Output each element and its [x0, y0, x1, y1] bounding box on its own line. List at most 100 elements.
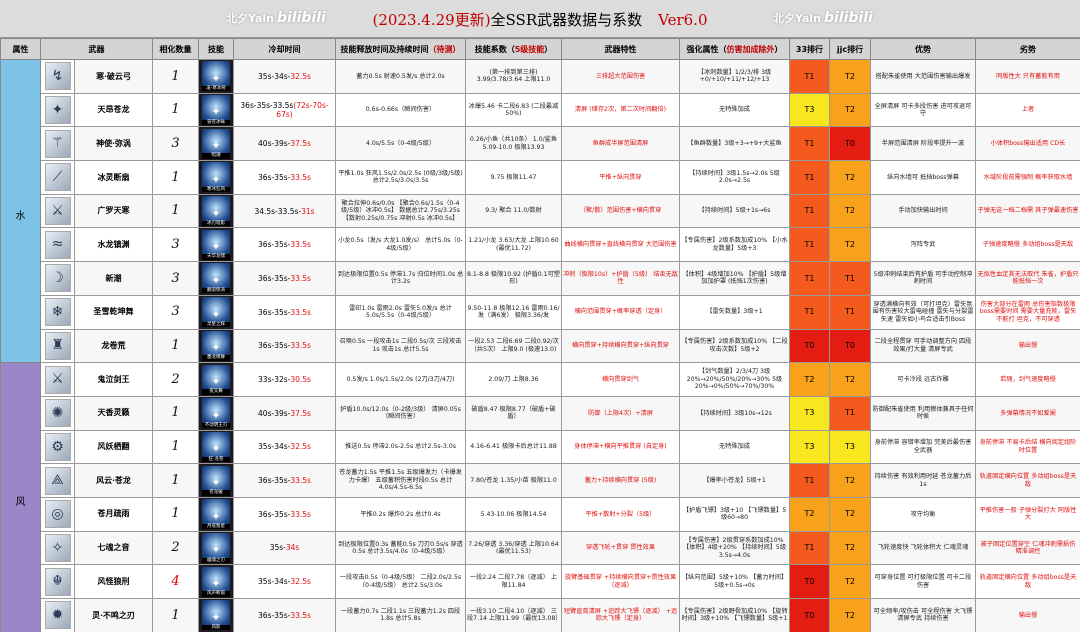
weapon-icon: ⚔: [44, 197, 71, 226]
attr-wind: 风: [0, 362, 41, 632]
release-time: 护盾10.0s/12.0s（0-2级/3级） 清屏0.05s（瞬间伤害）: [335, 395, 466, 431]
weapon-feature: 冲刺（极限10s）+护盾（5级） 结束无敌性: [561, 261, 680, 296]
boost-attr: 【雷矢数量】3级+1: [679, 294, 790, 330]
skill-name: 风声断锁: [202, 591, 230, 597]
boost-attr: 【护盾飞镖】3级+10 【飞镖数量】5级60→80: [679, 496, 790, 532]
weapon-name: 新潮: [74, 261, 153, 296]
header-row: 属性 武器 相化数量 技能 冷却时间 技能释放时间及持续时间（待测） 技能系数（…: [0, 38, 1080, 60]
cooldown-value: 35s-34s-32.5s: [233, 429, 336, 465]
skill-cell: ✦ 风声断锁: [198, 564, 234, 599]
skill-cell: ✦ 翻浪惊涛: [198, 261, 234, 296]
skill-coef: 5.43-10.06 极限14.54: [465, 496, 562, 532]
release-time: 推送0.5s 停滞2.0s-2.5s 总计2.5s-3.0s: [335, 429, 466, 465]
cooldown-value: 36s-35s-33.5s: [233, 227, 336, 263]
rank-jjc: T2: [829, 598, 871, 632]
cons-text: 水域阶段前需强制 概率获取水墙: [975, 160, 1080, 195]
weapon-image: ⚚: [40, 126, 75, 162]
boost-attr: 【专属伤害】2级野骨加成10% 【旋转时间】3级+10% 【飞镖数量】5级+1: [679, 598, 790, 632]
pros-text: 二段全程贯穿 可手动调整方向 四段效果/打大量 清屏专武: [870, 328, 976, 364]
skill-name: 暗潮: [202, 153, 230, 159]
table-row: ☽ 新潮 3 ✦ 翻浪惊涛 36s-35s-33.5s 到达极限位置0.5s 停滞1.7s …: [1, 261, 1080, 296]
skill-cell: ✦ 暗潮: [198, 126, 234, 162]
skill-icon: ✦ 幽魂之刃: [202, 532, 230, 563]
skill-cell: ✦ 苍龙破: [198, 463, 234, 498]
skill-icon: ✦ 寒冰狂风: [202, 162, 230, 193]
pros-text: 可卡冷段 远古炸雕: [870, 362, 976, 397]
boost-attr: 【冰刺数量】1/2/3/排 3级+0/+10/+11/+12/+13: [679, 59, 790, 94]
weapon-feature: 三排超大范围伤害: [561, 59, 680, 94]
count-value: 1: [152, 328, 199, 364]
count-value: 1: [152, 160, 199, 195]
pros-text: 全屏清屏 可卡多段伤害 进可攻退可守: [870, 92, 976, 128]
pros-text: 纵向水墙可 抵挡boss弹幕: [870, 160, 976, 195]
table-row: ⟁ 风云·苍龙 1 ✦ 苍龙破 36s-35s-33.5s 苍龙蓄力1.5s 平推1.5s …: [1, 463, 1080, 498]
cooldown-value: 36s-35s-33.5s: [233, 160, 336, 195]
weapon-feature: 清屏 (储存2次，第二次时间翻倍): [561, 92, 680, 128]
rank-33: T1: [789, 160, 830, 195]
pros-text: 可穿身位置 可打极限位置 可卡二段伤害: [870, 564, 976, 599]
weapon-icon: ☽: [44, 264, 71, 293]
rank-33: T1: [789, 126, 830, 162]
release-time: 雷印1.0s 雷雨2.0s 雷矢5.0发/s 总计5.0s/5.5s（0-4级/…: [335, 294, 466, 330]
skill-icon: ✦ 冒苍冰咏: [202, 95, 230, 126]
skill-coef: 1.21/小龙 3.63/大龙 上限10.60 (最优11.72): [465, 227, 562, 263]
boost-attr: 【剑气数量】2/3/4刀 3级20%→20%/50%/20%→30% 5级20%…: [679, 362, 790, 397]
weapon-icon: ☬: [44, 567, 71, 596]
skill-icon: ✦ 天华龙啸: [202, 229, 230, 260]
table-row: ☬ 风怪狼刑 4 ✦ 风声断锁 35s-34s-32.5s 一段攻击0.5s（0-4级/5级…: [1, 564, 1080, 599]
skill-coef: 一段2.24 二段7.78（逐减） 上限11.84: [465, 564, 562, 599]
weapon-icon: ≈: [44, 230, 71, 259]
cons-text: 多弹幕情况不如爱阑: [975, 395, 1080, 431]
rank-jjc: T2: [829, 160, 871, 195]
weapon-image: ✺: [40, 395, 75, 431]
cons-text: 轨道固定横向位置 多动组boss是天敌: [975, 564, 1080, 599]
pros-text: 穿透满横向有效（可打坦克）雷矢氛围有伤害较大雷电碰撞 雷矢与分裂雷矢速 雷矢如小…: [870, 294, 976, 330]
skill-coef: 7.80/苍龙 1.35/小苗 极限11.0: [465, 463, 562, 498]
count-value: 1: [152, 429, 199, 465]
weapon-image: ◎: [40, 496, 75, 532]
rank-33: T2: [789, 362, 830, 397]
skill-cell: ✦ 冰刃暗影: [198, 193, 234, 229]
boost-attr: 【爆率小苍龙】5级+1: [679, 463, 790, 498]
pros-text: 防御配朱雀使用 利用擦体兼具于任何时侯: [870, 395, 976, 431]
weapon-icon: ⟁: [44, 466, 71, 495]
page-title: (2023.4.29更新)全SSR武器数据与系数 Ver6.0: [0, 9, 1080, 30]
cons-text: 轨道固定横向位置 多动组boss是天敌: [975, 463, 1080, 498]
skill-icon: ✦ 夜叉舞: [202, 364, 230, 395]
skill-coef: 2.09/刀 上限8.36: [465, 362, 562, 397]
weapon-feature: 平推+纵向贯穿: [561, 160, 680, 195]
rank-33: T1: [789, 530, 830, 566]
skill-icon: ✦ 翻浪惊涛: [202, 263, 230, 294]
boost-attr: 【专属伤害】2级贯穿系数加成10% 【体积】4级+20% 【持续时间】5级3.5…: [679, 530, 790, 566]
title-text: 全SSR武器数据与系数: [490, 11, 643, 29]
rank-jjc: T2: [829, 530, 871, 566]
col-weapon: 武器: [40, 38, 153, 60]
pros-text: 持续伤害 有效利用时延 苍龙蓄力后1s: [870, 463, 976, 498]
boost-attr: 无特殊加成: [679, 429, 790, 465]
col-skill: 技能: [198, 38, 234, 60]
col-coef: 技能系数（5级技能）: [465, 38, 562, 60]
weapon-icon: ❄: [44, 298, 71, 327]
rank-jjc: T0: [829, 328, 871, 364]
weapon-icon: ⚙: [44, 432, 71, 461]
cons-text: 平推伤害一般 子弹分裂打大 同版性大: [975, 496, 1080, 532]
skill-cell: ✦ 幽魂之刃: [198, 530, 234, 566]
col-cons: 劣势: [975, 38, 1080, 60]
cooldown-value: 35s-34s: [233, 530, 336, 566]
rank-33: T3: [789, 395, 830, 431]
cooldown-value: 36s-35s-33.5s: [233, 598, 336, 632]
weapon-name: 灵·不鸣之刃: [74, 598, 153, 632]
boost-attr: 无特殊加成: [679, 92, 790, 128]
cooldown-value: 34.5s-33.5s-31s: [233, 193, 336, 229]
cooldown-value: 33s-32s-30.5s: [233, 362, 336, 397]
count-value: 1: [152, 463, 199, 498]
weapon-image: ⚙: [40, 429, 75, 465]
boost-attr: 【体积】4级增加10% 【护盾】5级增加加护罩 (抵挡1次伤害): [679, 261, 790, 296]
weapon-image: ⟁: [40, 463, 75, 498]
rank-jjc: T2: [829, 564, 871, 599]
weapon-image: ❄: [40, 294, 75, 330]
col-pros: 优势: [870, 38, 976, 60]
table-row: ⚙ 风妖栖翻 1 ✦ 狂·龙卷 35s-34s-32.5s 推送0.5s 停滞2.0s-2.…: [1, 429, 1080, 465]
count-value: 2: [152, 362, 199, 397]
cooldown-value: 40s-39s-37.5s: [233, 126, 336, 162]
